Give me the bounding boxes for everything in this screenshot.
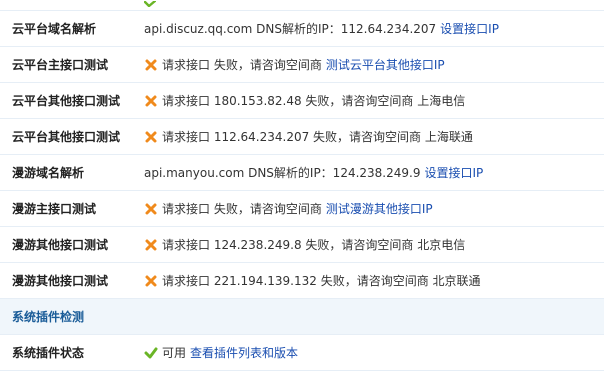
- set-ip-link[interactable]: 设置接口IP: [424, 164, 483, 181]
- row-cloud-main-test: 云平台主接口测试 请求接口 失败，请咨询空间商 测试云平台其他接口IP: [0, 47, 604, 83]
- row-label: 漫游其他接口测试: [12, 274, 109, 288]
- top-strip: [0, 0, 604, 11]
- row-cloud-other-test-1: 云平台其他接口测试 请求接口 180.153.82.48 失败，请咨询空间商 上…: [0, 83, 604, 119]
- cross-icon: [144, 58, 158, 72]
- row-manyou-other-test-2: 漫游其他接口测试 请求接口 221.194.139.132 失败，请咨询空间商 …: [0, 263, 604, 299]
- row-text: api.manyou.com DNS解析的IP：124.238.249.9: [144, 166, 421, 180]
- cross-icon: [144, 202, 158, 216]
- row-text: api.discuz.qq.com DNS解析的IP：112.64.234.20…: [144, 22, 437, 36]
- row-label: 云平台其他接口测试: [12, 94, 121, 108]
- row-manyou-dns: 漫游域名解析 api.manyou.com DNS解析的IP：124.238.2…: [0, 155, 604, 191]
- row-text: 请求接口 221.194.139.132 失败，请咨询空间商 北京联通: [162, 274, 481, 288]
- cross-icon: [144, 130, 158, 144]
- cross-icon: [144, 238, 158, 252]
- row-plugin-status: 系统插件状态 可用 查看插件列表和版本: [0, 335, 604, 371]
- row-text: 请求接口 失败，请咨询空间商: [162, 202, 322, 216]
- row-text: 请求接口 失败，请咨询空间商: [162, 58, 322, 72]
- row-label: 云平台主接口测试: [12, 58, 109, 72]
- row-text: 请求接口 180.153.82.48 失败，请咨询空间商 上海电信: [162, 94, 466, 108]
- row-label: 漫游其他接口测试: [12, 238, 109, 252]
- check-icon: [143, 0, 157, 10]
- row-cloud-other-test-2: 云平台其他接口测试 请求接口 112.64.234.207 失败，请咨询空间商 …: [0, 119, 604, 155]
- test-manyou-other-ip-link[interactable]: 测试漫游其他接口IP: [326, 200, 433, 217]
- row-manyou-main-test: 漫游主接口测试 请求接口 失败，请咨询空间商 测试漫游其他接口IP: [0, 191, 604, 227]
- test-cloud-other-ip-link[interactable]: 测试云平台其他接口IP: [326, 56, 445, 73]
- cross-icon: [144, 274, 158, 288]
- cross-icon: [144, 94, 158, 108]
- row-label: 漫游主接口测试: [12, 202, 97, 216]
- view-plugin-list-link[interactable]: 查看插件列表和版本: [190, 344, 298, 361]
- section-plugin-check: 系统插件检测: [0, 299, 604, 335]
- row-text: 请求接口 124.238.249.8 失败，请咨询空间商 北京电信: [162, 238, 466, 252]
- row-label: 云平台其他接口测试: [12, 130, 121, 144]
- row-cloud-dns: 云平台域名解析 api.discuz.qq.com DNS解析的IP：112.6…: [0, 11, 604, 47]
- plugin-status-text: 可用: [162, 346, 187, 360]
- row-text: 请求接口 112.64.234.207 失败，请咨询空间商 上海联通: [162, 130, 473, 144]
- set-ip-link[interactable]: 设置接口IP: [440, 20, 499, 37]
- check-icon: [144, 346, 158, 360]
- row-label: 漫游域名解析: [12, 166, 85, 180]
- row-manyou-other-test-1: 漫游其他接口测试 请求接口 124.238.249.8 失败，请咨询空间商 北京…: [0, 227, 604, 263]
- row-label: 系统插件状态: [12, 346, 85, 360]
- row-label: 云平台域名解析: [12, 22, 97, 36]
